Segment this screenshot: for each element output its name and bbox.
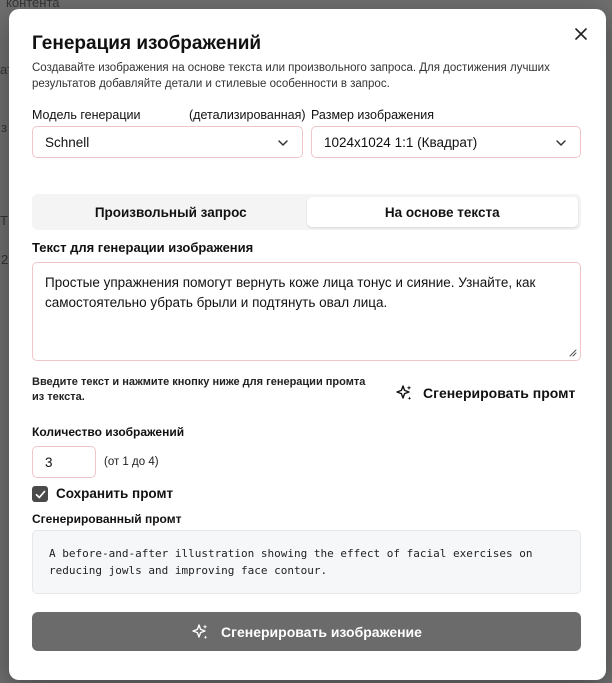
source-text-value: Простые упражнения помогут вернуть коже …	[45, 275, 536, 310]
model-select[interactable]: Schnell	[32, 126, 303, 158]
generated-prompt-box: A before-and-after illustration showing …	[32, 530, 581, 594]
save-prompt-checkbox[interactable]	[32, 486, 48, 502]
chevron-down-icon	[278, 140, 288, 146]
image-count-label: Количество изображений	[32, 425, 185, 439]
sparkles-icon	[192, 623, 208, 639]
resize-handle-icon[interactable]	[568, 348, 577, 357]
close-button[interactable]	[572, 25, 590, 43]
size-select-value: 1024x1024 1:1 (Квадрат)	[324, 134, 478, 150]
image-generation-dialog: Генерация изображений Создавайте изображ…	[9, 9, 606, 680]
model-select-value: Schnell	[45, 134, 90, 150]
size-select[interactable]: 1024x1024 1:1 (Квадрат)	[311, 126, 581, 158]
backdrop-text: Т	[0, 213, 8, 228]
close-icon	[575, 28, 587, 40]
image-count-value: 3	[45, 454, 53, 470]
chevron-down-icon	[556, 140, 566, 146]
generate-prompt-label: Сгенерировать промт	[423, 385, 576, 401]
backdrop-text: 2	[1, 252, 9, 267]
generate-prompt-hint: Введите текст и нажмите кнопку ниже для …	[32, 376, 366, 403]
mode-tabs: Произвольный запрос На основе текста	[32, 194, 581, 230]
generate-prompt-button[interactable]: Сгенерировать промт	[389, 379, 581, 407]
text-input-label: Текст для генерации изображения	[32, 240, 254, 255]
image-count-range-note: (от 1 до 4)	[104, 456, 159, 468]
generated-prompt-label: Сгенерированный промт	[32, 512, 182, 526]
dialog-title: Генерация изображений	[32, 33, 262, 54]
generated-prompt-text: A before-and-after illustration showing …	[49, 547, 533, 577]
save-prompt-label[interactable]: Сохранить промт	[56, 486, 173, 501]
tab-from-text[interactable]: На основе текста	[306, 197, 578, 227]
model-label-note: (детализированная)	[189, 108, 306, 122]
image-count-input[interactable]: 3	[32, 446, 96, 478]
dialog-subtitle: Создавайте изображения на основе текста …	[32, 62, 550, 90]
generate-image-label: Сгенерировать изображение	[221, 623, 422, 640]
checkmark-icon	[35, 490, 45, 498]
sparkles-icon	[396, 385, 412, 401]
tab-custom-prompt[interactable]: Произвольный запрос	[35, 197, 307, 227]
source-text-input[interactable]: Простые упражнения помогут вернуть коже …	[32, 262, 581, 361]
size-label: Размер изображения	[311, 108, 434, 122]
model-label: Модель генерации	[32, 108, 141, 122]
backdrop-text: з	[1, 120, 7, 135]
generate-image-button[interactable]: Сгенерировать изображение	[32, 612, 581, 651]
